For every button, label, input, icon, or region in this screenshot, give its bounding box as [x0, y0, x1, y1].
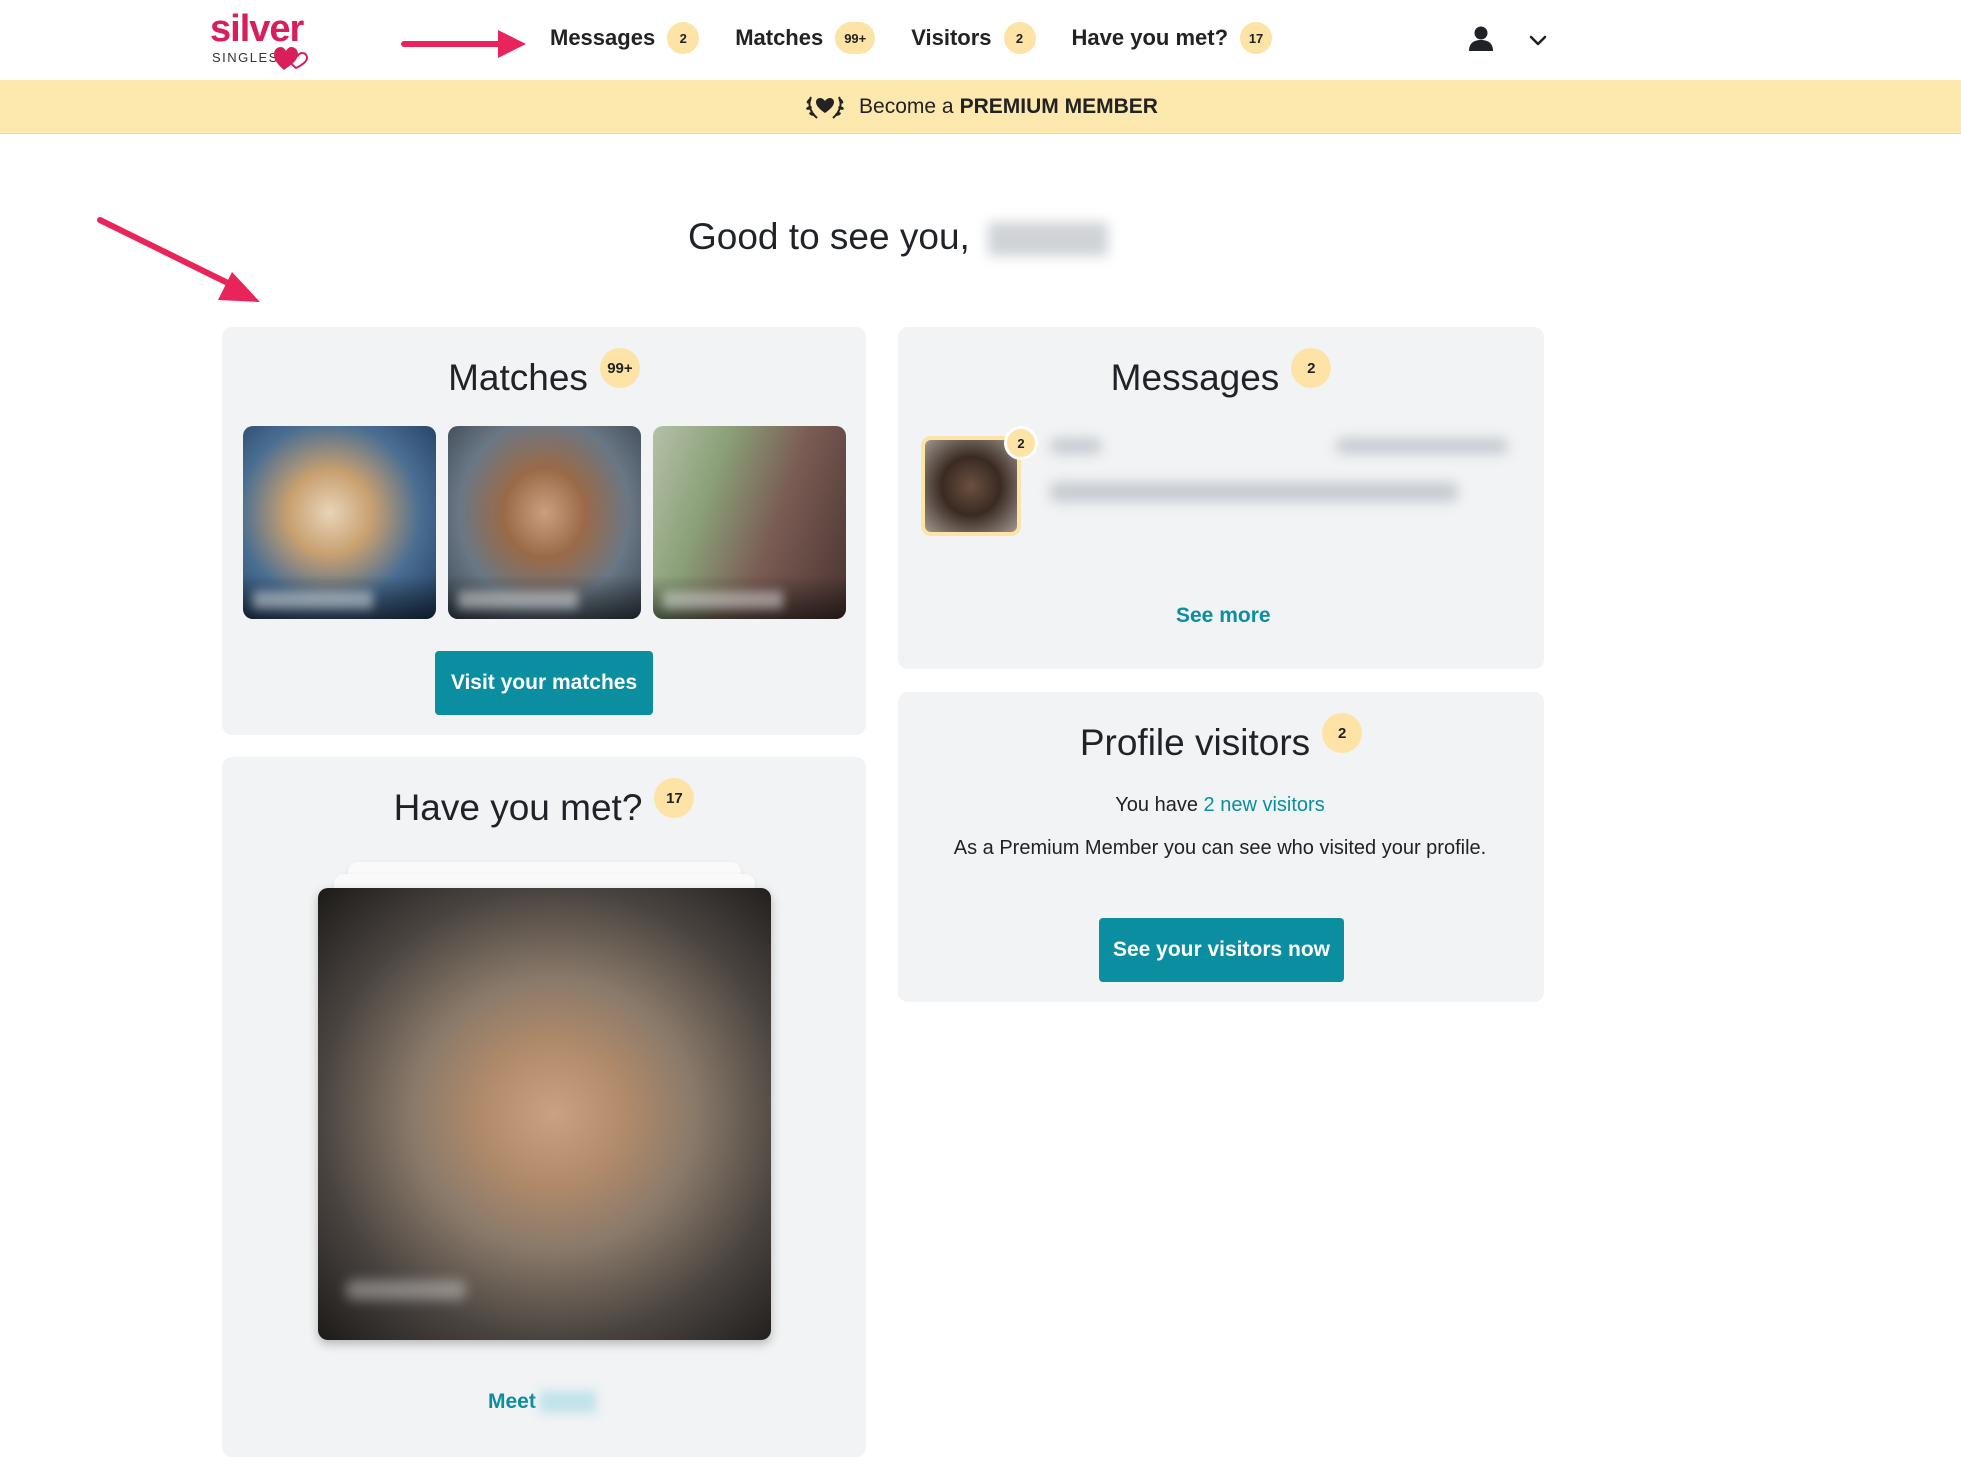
- premium-banner[interactable]: Become a PREMIUM MEMBER: [0, 80, 1961, 134]
- heart-logo-icon: [274, 47, 309, 70]
- chevron-down-icon[interactable]: [1526, 28, 1550, 52]
- blurred-match-name: [458, 591, 578, 609]
- visitors-card-title: Profile visitors 2: [898, 713, 1544, 764]
- silversingles-logo[interactable]: silver SINGLES: [210, 8, 330, 72]
- logo-text-silver: silver: [210, 8, 304, 50]
- count-badge: 2: [667, 22, 700, 54]
- greeting-heading: Good to see you,: [688, 216, 1109, 258]
- blurred-profile-name: [346, 1280, 466, 1300]
- nav-item-have-you-met[interactable]: Have you met? 17: [1072, 22, 1273, 54]
- top-navigation-bar: silver SINGLES Messages 2 Matches 99+ Vi…: [0, 0, 1961, 80]
- laurel-heart-icon: [806, 96, 844, 119]
- match-photo[interactable]: [653, 426, 846, 619]
- count-badge: 2: [1291, 348, 1332, 388]
- see-more-link[interactable]: See more: [1176, 604, 1271, 628]
- user-icon[interactable]: [1466, 24, 1496, 54]
- meet-profile-link[interactable]: Meet: [488, 1390, 596, 1414]
- nav-item-messages[interactable]: Messages 2: [550, 22, 700, 54]
- matches-card-title: Matches 99+: [222, 348, 866, 399]
- visit-matches-button[interactable]: Visit your matches: [435, 651, 653, 715]
- match-photo[interactable]: [243, 426, 436, 619]
- premium-banner-prefix: Become a: [859, 94, 954, 118]
- annotation-arrow-right: [401, 30, 526, 58]
- nav-label: Messages: [550, 25, 656, 50]
- nav-label: Matches: [735, 25, 824, 50]
- new-visitors-line: You have 2 new visitors: [898, 794, 1542, 817]
- blurred-message-preview: [1050, 482, 1458, 502]
- count-badge: 99+: [599, 348, 640, 388]
- new-visitors-prefix: You have: [1115, 794, 1198, 816]
- blurred-user-name: [988, 222, 1109, 257]
- logo-text-singles: SINGLES: [212, 50, 279, 65]
- suggested-profile-photo[interactable]: [318, 888, 771, 1340]
- nav-label: Visitors: [911, 25, 992, 50]
- greeting-text: Good to see you,: [688, 216, 970, 257]
- blurred-match-name: [663, 591, 783, 609]
- card-title-text: Profile visitors: [1079, 722, 1311, 763]
- meet-label: Meet: [488, 1390, 536, 1413]
- nav-label: Have you met?: [1071, 25, 1229, 50]
- premium-banner-emphasis: PREMIUM MEMBER: [959, 94, 1158, 118]
- card-title-text: Matches: [448, 357, 588, 398]
- card-title-text: Have you met?: [393, 787, 643, 828]
- have-you-met-title: Have you met? 17: [222, 778, 866, 829]
- messages-card-title: Messages 2: [898, 348, 1544, 399]
- count-badge: 17: [654, 778, 695, 818]
- count-badge: 2: [1003, 22, 1036, 54]
- count-badge: 99+: [835, 22, 876, 54]
- match-photo[interactable]: [448, 426, 641, 619]
- blurred-sender-name: [1050, 438, 1102, 454]
- message-unread-badge: 2: [1004, 426, 1038, 460]
- nav-item-visitors[interactable]: Visitors 2: [911, 22, 1036, 54]
- blurred-profile-first-name: [539, 1391, 596, 1414]
- see-visitors-button[interactable]: See your visitors now: [1099, 918, 1344, 982]
- blurred-message-time: [1336, 438, 1508, 454]
- count-badge: 17: [1240, 22, 1273, 54]
- main-nav: Messages 2 Matches 99+ Visitors 2 Have y…: [550, 18, 1308, 58]
- blurred-match-name: [253, 591, 373, 609]
- annotation-arrow-diagonal: [97, 217, 260, 302]
- count-badge: 2: [1322, 713, 1363, 753]
- new-visitors-link[interactable]: 2 new visitors: [1204, 794, 1325, 816]
- premium-visitors-note: As a Premium Member you can see who visi…: [953, 837, 1487, 859]
- nav-item-matches[interactable]: Matches 99+: [735, 22, 876, 54]
- card-title-text: Messages: [1110, 357, 1280, 398]
